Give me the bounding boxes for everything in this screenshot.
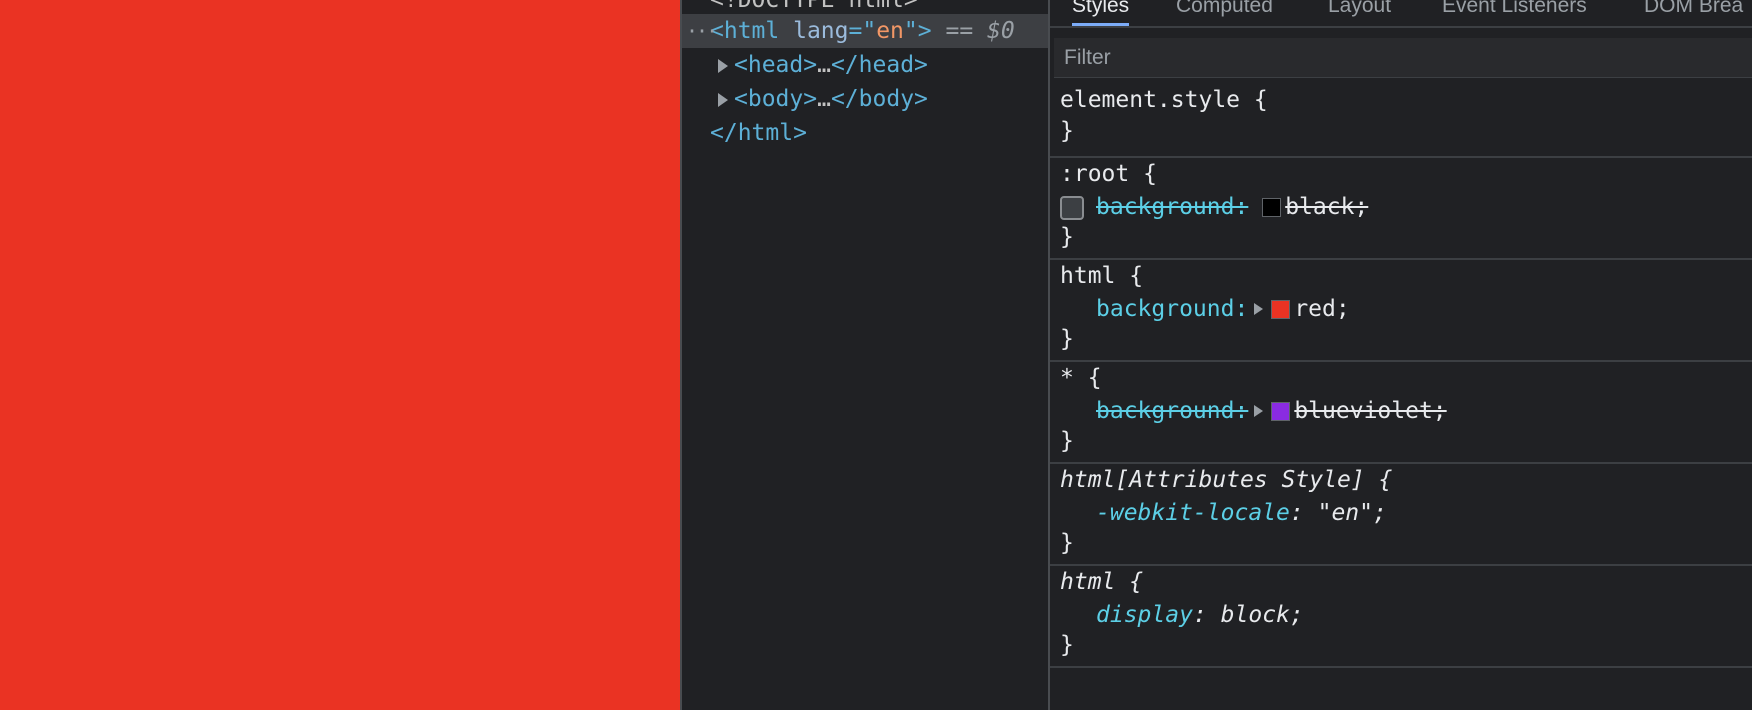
property-name: background: (1096, 296, 1249, 322)
body-node[interactable]: <body>…</body> (682, 82, 1048, 116)
rule-root[interactable]: :root { background: black; } (1050, 158, 1752, 260)
tab-event-listeners[interactable]: Event Listeners (1442, 0, 1587, 26)
filter-bar (1054, 38, 1752, 78)
head-node[interactable]: <head>…</head> (682, 48, 1048, 82)
property-colon: : (1192, 602, 1207, 628)
rule-close-brace: } (1060, 632, 1074, 658)
rule-selector: element.style { (1060, 87, 1268, 113)
property-name: background: (1096, 194, 1249, 220)
head-open-tag: <head> (734, 52, 818, 78)
body-open-tag: <body> (734, 86, 818, 112)
html-node[interactable]: ··· <html lang="en"> == $0 (682, 14, 1048, 48)
color-swatch-icon[interactable] (1262, 198, 1282, 217)
property-name: -webkit-locale (1096, 500, 1290, 526)
expand-body-icon[interactable] (718, 93, 728, 107)
rule-selector: html { (1060, 263, 1144, 289)
color-swatch-icon[interactable] (1271, 402, 1291, 421)
selected-node-marker: == $0 (945, 18, 1015, 44)
property-line[interactable]: display: block; (1096, 599, 1304, 631)
sidebar-tabs: Styles Computed Layout Event Listeners D… (1050, 0, 1752, 28)
color-swatch-icon[interactable] (1271, 300, 1291, 319)
property-line[interactable]: background: red; (1096, 293, 1350, 325)
rule-close-brace: } (1060, 326, 1074, 352)
rule-html-background[interactable]: html { background: red; } (1050, 260, 1752, 362)
head-close-tag: </head> (830, 52, 928, 78)
rule-close-brace: } (1060, 118, 1074, 144)
rule-html-attributes-style[interactable]: html[Attributes Style] { -webkit-locale:… (1050, 464, 1752, 566)
html-tag-name: html (723, 18, 780, 44)
page-viewport (0, 0, 680, 710)
expand-shorthand-icon[interactable] (1254, 405, 1264, 417)
rule-close-brace: } (1060, 224, 1074, 250)
tab-styles[interactable]: Styles (1072, 0, 1130, 26)
html-tag-close: "> (903, 18, 932, 44)
filter-input[interactable] (1054, 38, 1752, 77)
property-name: background: (1096, 398, 1249, 424)
tab-computed[interactable]: Computed (1176, 0, 1273, 26)
html-attr-value: en (876, 18, 904, 44)
elements-tree[interactable]: <!DOCTYPE html> ··· <html lang="en"> == … (680, 0, 1048, 710)
head-ellipsis: … (817, 52, 831, 78)
property-value: "en"; (1317, 500, 1387, 526)
property-line[interactable]: background: black; (1096, 191, 1368, 223)
tab-layout[interactable]: Layout (1328, 0, 1391, 26)
property-value: blueviolet; (1294, 398, 1447, 424)
rule-close-brace: } (1060, 428, 1074, 454)
property-value: block; (1220, 602, 1304, 628)
rule-html-display[interactable]: html { display: block; } (1050, 566, 1752, 668)
rule-element-style[interactable]: element.style { } (1050, 84, 1752, 158)
styles-pane: Styles Computed Layout Event Listeners D… (1048, 0, 1752, 710)
expand-shorthand-icon[interactable] (1254, 303, 1264, 315)
expand-head-icon[interactable] (718, 59, 728, 73)
html-close-node[interactable]: </html> (682, 116, 1048, 150)
rule-selector: html { (1060, 569, 1144, 595)
toggle-property-checkbox[interactable] (1060, 196, 1084, 220)
property-value: red; (1294, 296, 1350, 322)
property-name: display (1096, 602, 1193, 628)
property-colon: : (1289, 500, 1304, 526)
tab-dom-breakpoints[interactable]: DOM Brea (1644, 0, 1743, 26)
rule-universal[interactable]: * { background: blueviolet; } (1050, 362, 1752, 464)
rule-close-brace: } (1060, 530, 1074, 556)
html-attr-name: lang (793, 18, 849, 44)
body-close-tag: </body> (830, 86, 928, 112)
rule-selector: html[Attributes Style] { (1060, 467, 1393, 493)
body-ellipsis: … (817, 86, 831, 112)
property-value: black; (1285, 194, 1369, 220)
property-line[interactable]: -webkit-locale: "en"; (1096, 497, 1387, 529)
rule-selector: :root { (1060, 161, 1157, 187)
property-line[interactable]: background: blueviolet; (1096, 395, 1447, 427)
html-close-tag: </html> (710, 120, 807, 146)
html-attr-eq: =" (848, 18, 877, 44)
rule-selector: * { (1060, 365, 1102, 391)
more-actions-icon[interactable]: ··· (686, 14, 718, 48)
doctype-text: <!DOCTYPE html> (710, 0, 918, 13)
